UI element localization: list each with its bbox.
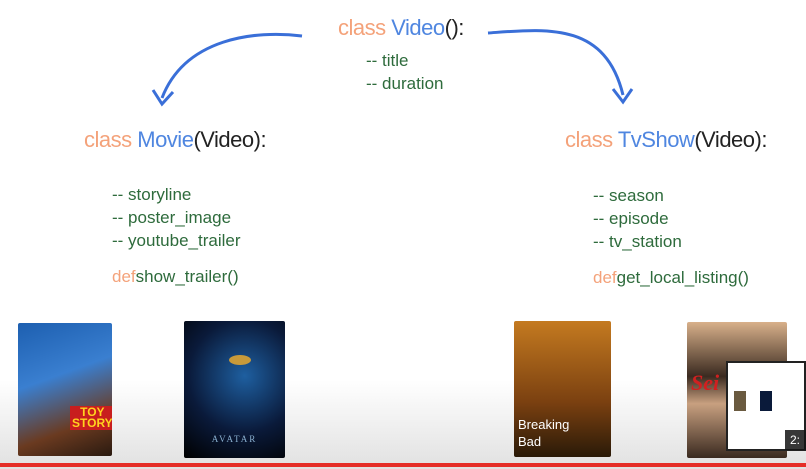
timestamp: 2: — [785, 430, 806, 450]
poster-title-line: Bad — [518, 434, 542, 449]
attribute: -- youtube_trailer — [112, 231, 241, 250]
movie-attributes: -- storyline -- poster_image -- youtube_… — [112, 183, 241, 252]
def-keyword: def — [112, 267, 136, 286]
toy-story-poster: TOY STORY — [18, 323, 112, 456]
attribute: -- episode — [593, 209, 669, 228]
class-suffix: (Video): — [694, 127, 767, 152]
method-name: get_local_listing() — [616, 268, 749, 287]
player-controls-gradient — [0, 380, 806, 469]
tvshow-attributes: -- season -- episode -- tv_station — [593, 184, 682, 253]
class-name: Movie — [137, 127, 194, 152]
tvshow-method: defget_local_listing() — [593, 268, 749, 288]
attribute: -- season — [593, 186, 664, 205]
class-suffix: (Video): — [193, 127, 267, 152]
video-class-header: class Video(): — [338, 15, 464, 41]
breaking-bad-poster: Breaking Bad — [514, 321, 611, 457]
method-name: show_trailer() — [135, 267, 239, 286]
poster-title: Breaking Bad — [518, 416, 569, 450]
video-attributes: -- title -- duration — [366, 49, 443, 95]
attribute: -- title — [366, 51, 409, 70]
attribute: -- storyline — [112, 185, 192, 204]
movie-method: defshow_trailer() — [112, 267, 239, 287]
poster-title-line: Breaking — [518, 417, 570, 432]
class-keyword: class — [84, 127, 132, 152]
class-name: TvShow — [617, 127, 695, 152]
progress-bar[interactable] — [0, 463, 806, 467]
attribute: -- poster_image — [112, 208, 232, 227]
def-keyword: def — [593, 268, 617, 287]
arrow-left-icon — [151, 32, 303, 107]
poster-title: AVATAR — [211, 434, 258, 444]
attribute: -- duration — [366, 74, 444, 93]
class-name: Video — [391, 15, 445, 40]
avatar-poster: AVATAR — [184, 321, 285, 458]
poster-title: TOY STORY — [70, 406, 112, 430]
class-suffix: (): — [444, 15, 465, 40]
attribute: -- tv_station — [593, 232, 682, 251]
tvshow-class-header: class TvShow(Video): — [565, 127, 767, 153]
poster-title: Sei — [691, 370, 720, 395]
class-keyword: class — [338, 15, 386, 40]
arrow-right-icon — [487, 29, 634, 105]
class-keyword: class — [565, 127, 613, 152]
movie-class-header: class Movie(Video): — [84, 127, 267, 153]
